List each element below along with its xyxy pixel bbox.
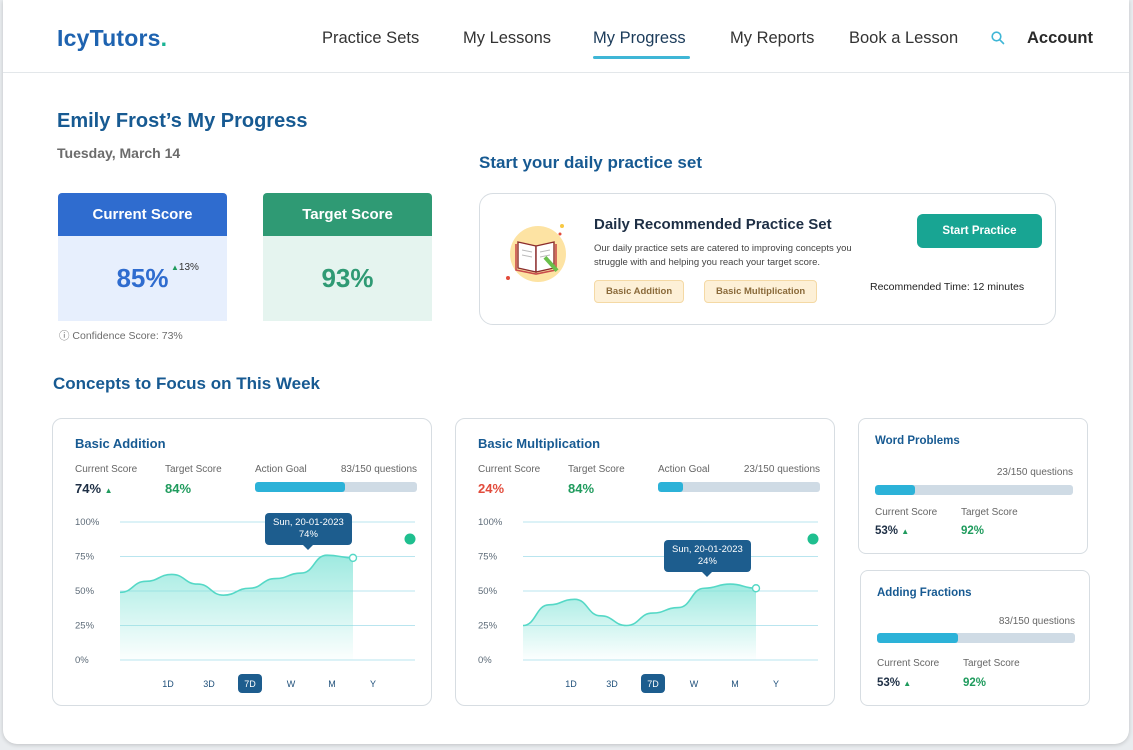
concept-title: Word Problems [875,435,960,447]
y-tick-label: 25% [75,621,95,632]
chart-tooltip: Sun, 20-01-2023 74% [265,513,352,550]
target-score-value: 92% [961,525,985,537]
y-tick-label: 25% [478,621,498,632]
timeframe-button-3d[interactable]: 3D [600,674,624,693]
current-score-card: Current Score 85% ▲13% [58,193,227,321]
timeframe-button-7d[interactable]: 7D [238,674,262,693]
action-goal-progress-bar [877,633,1075,643]
y-tick-label: 0% [478,655,492,666]
concept-card-adding-fractions: Adding Fractions 83/150 questions Curren… [860,570,1090,706]
status-dot-icon [807,533,819,545]
target-score-card: Target Score 93% [263,193,432,321]
timeframe-button-y[interactable]: Y [361,674,385,693]
trend-up-icon: ▲ [901,527,910,536]
nav-practice-sets[interactable]: Practice Sets [322,29,419,48]
target-score-value: 93% [321,263,374,293]
tooltip-value: 74% [298,529,318,540]
y-tick-label: 100% [75,517,100,528]
tooltip-date: Sun, 20-01-2023 [273,517,344,528]
active-nav-indicator [593,56,690,59]
score-trend-chart: 100% 75% 50% 25% 0% [75,517,416,666]
questions-count: 83/150 questions [998,616,1075,627]
account-link[interactable]: Account [1027,29,1093,48]
trend-up-icon: ▲ [171,263,179,272]
chart-tooltip: Sun, 20-01-2023 24% [664,540,751,577]
nav-my-progress[interactable]: My Progress [593,29,686,48]
y-tick-label: 75% [478,552,498,563]
start-practice-button[interactable]: Start Practice [917,214,1042,248]
timeframe-button-y[interactable]: Y [764,674,788,693]
questions-count: 23/150 questions [996,467,1073,478]
action-goal-progress-bar [875,485,1073,495]
open-book-illustration-icon [506,224,566,282]
current-score-label: Current Score [877,658,940,669]
timeframe-button-1d[interactable]: 1D [156,674,180,693]
concepts-heading: Concepts to Focus on This Week [53,374,320,393]
y-tick-label: 0% [75,655,89,666]
score-delta: ▲13% [171,262,199,273]
current-score-label: Current Score [875,507,938,518]
top-navigation-bar: IcyTutors. Practice Sets My Lessons My P… [3,0,1129,73]
help-circle-icon[interactable]: ⓘ [59,330,72,342]
score-trend-chart: 100% 75% 50% 25% 0% [478,517,819,666]
tag-basic-multiplication: Basic Multiplication [704,280,818,303]
data-point-marker[interactable] [348,553,358,563]
progress-fill [877,633,959,643]
timeframe-button-1d[interactable]: 1D [559,674,583,693]
target-score-value: 92% [963,677,987,689]
concept-card-basic-addition: Basic Addition Current Score Target Scor… [52,418,432,706]
daily-practice-card: Daily Recommended Practice Set Our daily… [479,193,1056,325]
progress-fill [875,485,915,495]
nav-my-reports[interactable]: My Reports [730,29,814,48]
practice-set-description: Our daily practice sets are catered to i… [594,243,852,268]
timeframe-button-m[interactable]: M [320,674,344,693]
current-score-value: 85% [116,263,169,293]
search-icon[interactable] [990,30,1006,46]
concept-card-basic-multiplication: Basic Multiplication Current Score Targe… [455,418,835,706]
tooltip-date: Sun, 20-01-2023 [672,544,743,555]
series-area [120,555,353,660]
confidence-score: ⓘ Confidence Score: 73% [59,330,183,342]
practice-set-title: Daily Recommended Practice Set [594,216,832,233]
current-score-value: 53% ▲ [877,677,912,689]
concept-card-word-problems: Word Problems 23/150 questions Current S… [858,418,1088,554]
y-tick-label: 50% [478,586,498,597]
tooltip-value: 24% [697,556,717,567]
target-score-label: Target Score [263,193,432,236]
brand-logo[interactable]: IcyTutors. [57,25,167,52]
timeframe-button-m[interactable]: M [723,674,747,693]
page-title: Emily Frost’s My Progress [57,110,308,132]
timeframe-button-7d[interactable]: 7D [641,674,665,693]
current-score-value: 53% ▲ [875,525,910,537]
y-tick-label: 50% [75,586,95,597]
y-tick-label: 100% [478,517,503,528]
app-window: IcyTutors. Practice Sets My Lessons My P… [3,0,1129,744]
data-point-marker[interactable] [751,584,761,593]
page-date: Tuesday, March 14 [57,145,181,161]
nav-my-lessons[interactable]: My Lessons [463,29,551,48]
timeframe-button-3d[interactable]: 3D [197,674,221,693]
practice-heading: Start your daily practice set [479,153,702,172]
target-score-label: Target Score [961,507,1018,518]
tag-basic-addition: Basic Addition [594,280,685,303]
y-tick-label: 75% [75,552,95,563]
target-score-label: Target Score [963,658,1020,669]
current-score-label: Current Score [58,193,227,236]
timeframe-button-w[interactable]: W [682,674,706,693]
concept-title: Adding Fractions [877,587,972,599]
recommended-time: Recommended Time: 12 minutes [870,281,1025,293]
nav-book-a-lesson[interactable]: Book a Lesson [849,29,958,48]
timeframe-button-w[interactable]: W [279,674,303,693]
series-area [523,584,756,660]
status-dot-icon [404,533,416,545]
trend-up-icon: ▲ [903,679,912,688]
